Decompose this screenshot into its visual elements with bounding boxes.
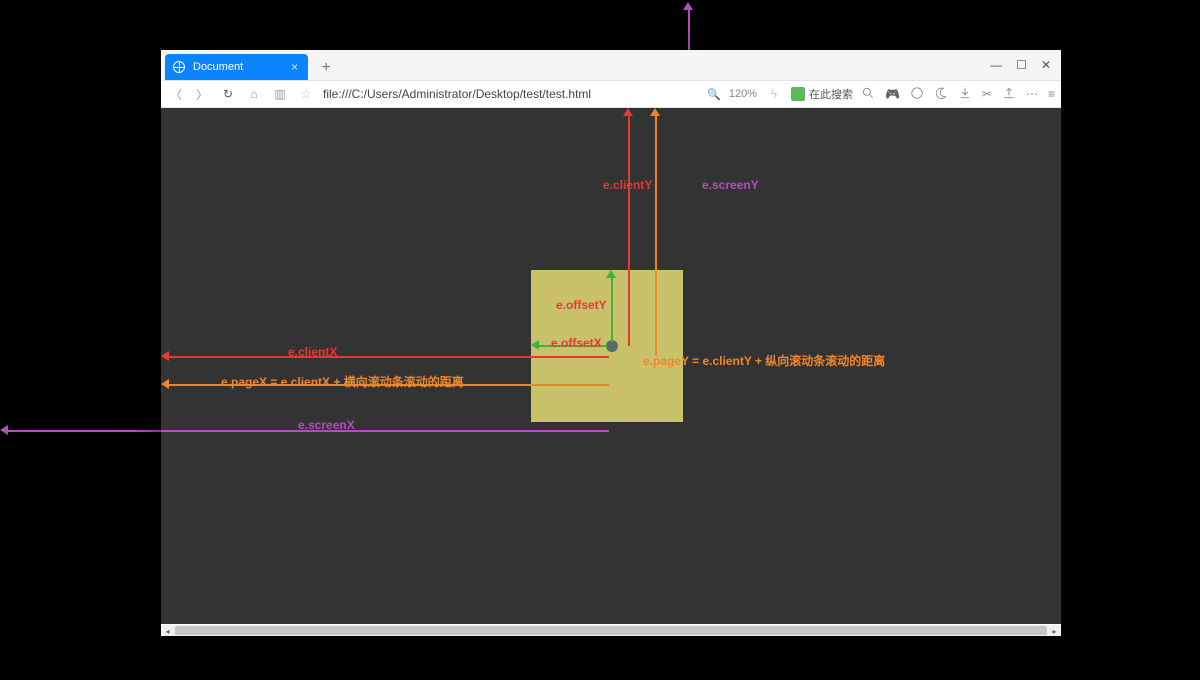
horizontal-scrollbar[interactable]: ◂ ▸: [161, 624, 1061, 636]
tab-title: Document: [193, 61, 243, 73]
clienty-arrow: [628, 116, 630, 346]
zoom-icon[interactable]: 🔍: [707, 88, 721, 101]
close-tab-icon[interactable]: ×: [291, 60, 298, 74]
forward-icon[interactable]: 〉: [193, 86, 211, 103]
home-icon[interactable]: ⌂: [245, 87, 263, 101]
browser-window: Document × + — ☐ ✕ 〈 〉 ↻ ⌂ ▥ ☆ file:///C…: [161, 50, 1061, 636]
bolt-icon[interactable]: ϟ: [765, 87, 783, 101]
offsetx-label: e.offsetX: [551, 336, 602, 350]
globe-icon: [173, 61, 185, 73]
scroll-right-icon[interactable]: ▸: [1048, 625, 1061, 636]
pagex-label: e.pageX = e.clientX + 横向滚动条滚动的距离: [221, 373, 464, 390]
search-engine-icon: [791, 87, 805, 101]
clienty-label: e.clientY: [603, 178, 652, 192]
scrollbar-thumb[interactable]: [175, 626, 1047, 635]
window-controls: — ☐ ✕: [976, 50, 1061, 80]
toolbar-icons: 🎮 ✂ ⋯ ≡: [861, 86, 1055, 103]
back-icon[interactable]: 〈: [167, 86, 185, 103]
offsety-label: e.offsetY: [556, 298, 607, 312]
refresh-icon[interactable]: ↻: [219, 87, 237, 101]
clientx-arrow: [169, 356, 609, 358]
clienty-arrowhead: [623, 108, 633, 116]
library-icon[interactable]: ▥: [271, 87, 289, 101]
pagey-label: e.pageY = e.clientY + 纵向滚动条滚动的距离: [643, 352, 885, 369]
close-window-icon[interactable]: ✕: [1041, 58, 1051, 72]
offsetx-arrowhead: [531, 340, 539, 350]
controller-icon[interactable]: 🎮: [885, 87, 900, 101]
more-icon[interactable]: ⋯: [1026, 87, 1038, 101]
zoom-level: 120%: [729, 88, 757, 100]
address-bar: 〈 〉 ↻ ⌂ ▥ ☆ file:///C:/Users/Administrat…: [161, 80, 1061, 108]
scroll-left-icon[interactable]: ◂: [161, 625, 174, 636]
minimize-icon[interactable]: —: [990, 58, 1002, 72]
search-placeholder: 在此搜索: [809, 86, 853, 102]
scissors-icon[interactable]: ✂: [982, 87, 992, 101]
active-tab[interactable]: Document ×: [165, 54, 308, 80]
new-tab-button[interactable]: +: [314, 56, 338, 80]
url-field[interactable]: file:///C:/Users/Administrator/Desktop/t…: [323, 87, 591, 101]
clientx-label: e.clientX: [288, 345, 337, 359]
maximize-icon[interactable]: ☐: [1016, 58, 1027, 72]
pagey-arrowhead: [650, 108, 660, 116]
download-icon[interactable]: [958, 86, 972, 103]
pagex-arrowhead: [161, 379, 169, 389]
screenx-arrow-inside: [161, 430, 609, 432]
star-icon[interactable]: ☆: [297, 87, 315, 101]
moon-icon[interactable]: [934, 86, 948, 103]
menu-icon[interactable]: ≡: [1048, 87, 1055, 101]
viewport: e.offsetX e.offsetY e.clientX e.clientY …: [161, 108, 1061, 636]
tab-strip: Document × + — ☐ ✕: [161, 50, 1061, 80]
page-content: e.offsetX e.offsetY e.clientX e.clientY …: [161, 108, 1061, 624]
clientx-arrowhead: [161, 351, 169, 361]
pagey-arrow: [655, 116, 657, 356]
offsety-arrow: [611, 278, 613, 342]
offsety-arrowhead: [606, 270, 616, 278]
face-icon[interactable]: [910, 86, 924, 103]
search-box[interactable]: 在此搜索: [791, 86, 853, 102]
share-icon[interactable]: [1002, 86, 1016, 103]
screeny-label: e.screenY: [702, 178, 759, 192]
search-icon[interactable]: [861, 86, 875, 103]
